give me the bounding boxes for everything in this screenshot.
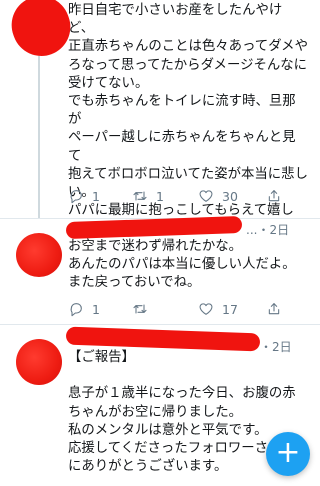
timeline: 昨日自宅で小さいお産をしたんやけど、 正直赤ちゃんのことは色々あってダメや ろな…	[0, 0, 320, 486]
heart-icon	[199, 303, 213, 315]
tweet-text: お空まで迷わず帰れたかな。 あんたのパパは本当に優しい人だよ。 また戻っておいで…	[68, 239, 296, 291]
tweet-1[interactable]: 昨日自宅で小さいお産をしたんやけど、 正直赤ちゃんのことは色々あってダメや ろな…	[0, 0, 320, 236]
redacted-username	[65, 215, 243, 240]
reply-count: 1	[92, 188, 100, 204]
reply-icon	[70, 190, 82, 204]
retweet-button[interactable]: 1	[132, 186, 164, 206]
retweet-icon	[133, 304, 147, 314]
tweet-2[interactable]: ...・2日 お空まで迷わず帰れたかな。 あんたのパパは本当に優しい人だよ。 ま…	[0, 215, 320, 323]
reply-button[interactable]: 1	[68, 186, 100, 206]
retweet-button[interactable]	[132, 299, 148, 319]
avatar[interactable]	[16, 233, 62, 277]
share-button[interactable]	[266, 186, 282, 206]
reply-button[interactable]: 1	[68, 299, 100, 319]
thread-line	[38, 40, 40, 218]
like-button[interactable]: 17	[198, 299, 238, 319]
share-icon	[268, 190, 280, 202]
retweet-count: 1	[156, 188, 164, 204]
heart-icon	[199, 190, 213, 202]
tweet-actions: 1 1 30	[68, 186, 308, 206]
avatar[interactable]	[16, 339, 62, 385]
plus-icon: +	[275, 435, 301, 470]
share-button[interactable]	[266, 299, 282, 319]
reply-icon	[70, 303, 82, 317]
retweet-icon	[133, 191, 147, 201]
tweet-actions: 1 17	[68, 299, 308, 319]
redacted-username	[65, 326, 261, 352]
like-button[interactable]: 30	[198, 186, 238, 206]
like-count: 30	[222, 188, 238, 204]
compose-tweet-button[interactable]: +	[266, 432, 310, 476]
like-count: 17	[222, 301, 238, 317]
reply-count: 1	[92, 301, 100, 317]
share-icon	[268, 303, 280, 315]
tweet-meta: ...・2日	[246, 223, 290, 237]
